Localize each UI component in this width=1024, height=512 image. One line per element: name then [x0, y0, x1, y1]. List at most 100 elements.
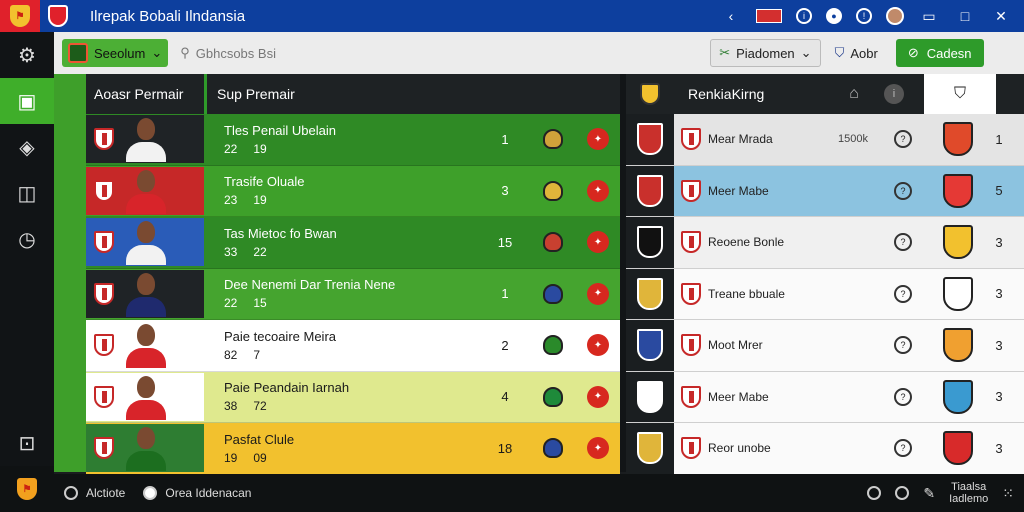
- grid-icon[interactable]: ⁙: [1002, 485, 1014, 502]
- club-shield-icon: [94, 437, 114, 460]
- sidebar-item-club[interactable]: ⚑: [0, 466, 54, 512]
- team-flag-icon: [637, 123, 663, 156]
- info-icon[interactable]: i: [796, 8, 812, 24]
- info-circle-icon[interactable]: ?: [894, 387, 912, 406]
- player-action-icon[interactable]: ✦: [587, 334, 609, 357]
- help-icon[interactable]: !: [856, 8, 872, 24]
- maximize-icon[interactable]: □: [954, 5, 976, 27]
- player-row[interactable]: Paie Peandain Iarnah 38 72 4 ✦: [86, 371, 620, 423]
- player-number: 1: [501, 131, 509, 147]
- player-stat-1: 82: [224, 347, 238, 362]
- player-row[interactable]: Tas Mietoc fo Bwan 33 22 15 ✦: [86, 217, 620, 269]
- chevron-down-icon: ⌄: [151, 45, 163, 60]
- player-stat-1: 22: [224, 141, 238, 156]
- info-circle-icon[interactable]: ?: [894, 181, 912, 200]
- player-action-icon[interactable]: ✦: [587, 128, 609, 151]
- club-shield-icon: [681, 282, 701, 305]
- player-action-icon[interactable]: ✦: [587, 437, 609, 460]
- sidebar-item-stats[interactable]: ⊡: [0, 420, 54, 466]
- club-crest-icon: [943, 122, 973, 157]
- player-row[interactable]: Pasfat Clule 19 09 18 ✦: [86, 423, 620, 475]
- secondary-button[interactable]: ⛉ Aobr: [827, 39, 886, 67]
- ranking-position: 3: [995, 440, 1003, 456]
- club-crest-icon: [943, 276, 973, 311]
- ranking-club-name: Meer Mabe: [708, 389, 769, 404]
- ranking-row[interactable]: Treane bbuale ? 3: [626, 268, 1024, 320]
- team-flag-icon: [637, 174, 663, 207]
- club-crest-icon: ⚑: [17, 478, 37, 500]
- filter-dropdown[interactable]: ✂ Piadomen ⌄: [710, 39, 821, 67]
- player-action-icon[interactable]: ✦: [587, 282, 609, 305]
- info-circle-icon[interactable]: ?: [894, 233, 912, 252]
- player-action-icon[interactable]: ✦: [587, 179, 609, 202]
- player-stat-1: 22: [224, 296, 238, 311]
- club-shield-icon: [94, 334, 114, 357]
- search-box[interactable]: ⚲ Gbhcsobs Bsi: [180, 45, 700, 61]
- flag-icon[interactable]: [756, 9, 782, 23]
- wrench-icon[interactable]: ✎: [923, 485, 935, 502]
- ranking-row[interactable]: Mear Mrada 1500k ? 1: [626, 114, 1024, 166]
- action-button[interactable]: ⊘ Cadesn: [895, 39, 984, 67]
- ranking-row[interactable]: Reor unobe ? 3: [626, 423, 1024, 475]
- ranking-row[interactable]: Meer Mabe ? 5: [626, 165, 1024, 217]
- club-badge-icon: [543, 438, 563, 459]
- sidebar-item-history[interactable]: ◷: [0, 216, 54, 262]
- player-action-icon[interactable]: ✦: [587, 385, 609, 408]
- minimize-icon[interactable]: ▭: [918, 5, 940, 27]
- player-name: Pasfat Clule: [224, 431, 295, 447]
- ranking-club-name: Mear Mrada: [708, 132, 773, 147]
- ranking-club-name: Moot Mrer: [708, 338, 763, 353]
- player-action-icon[interactable]: ✦: [587, 231, 609, 254]
- players-list: Tles Penail Ubelain 22 19 1 ✦ Trasife Ol…: [86, 114, 620, 475]
- player-row[interactable]: Trasife Oluale 23 19 3 ✦: [86, 165, 620, 217]
- timer-icon[interactable]: [895, 486, 910, 500]
- player-name: Tas Mietoc fo Bwan: [224, 225, 337, 241]
- chevron-down-icon: ⌄: [800, 45, 812, 60]
- ranking-position: 5: [995, 183, 1003, 199]
- season-badge-icon: [68, 43, 88, 63]
- player-row[interactable]: Dee Nenemi Dar Trenia Nene 22 15 1 ✦: [86, 268, 620, 320]
- ranking-row[interactable]: Moot Mrer ? 3: [626, 320, 1024, 372]
- club-shield-icon: [681, 231, 701, 254]
- info-circle-icon[interactable]: ?: [894, 336, 912, 355]
- ranking-value: 1500k: [838, 133, 868, 146]
- player-number: 18: [497, 440, 513, 456]
- app-logo: ⚑: [0, 0, 40, 32]
- shield-outline-icon[interactable]: ⛉: [924, 74, 996, 114]
- sidebar-item-board[interactable]: ◫: [0, 170, 54, 216]
- col-header-super[interactable]: Sup Premair: [204, 74, 295, 114]
- close-icon[interactable]: ✕: [990, 5, 1012, 27]
- info-circle-icon[interactable]: ?: [894, 130, 912, 149]
- sidebar-item-tactics[interactable]: ◈: [0, 124, 54, 170]
- avatar[interactable]: [886, 7, 904, 25]
- ranking-position: 1: [995, 131, 1003, 147]
- ranking-club-name: Meer Mabe: [708, 183, 769, 198]
- ball-icon[interactable]: ●: [826, 8, 842, 24]
- ranking-row[interactable]: Reoene Bonle ? 3: [626, 217, 1024, 269]
- info-circle-icon[interactable]: ?: [894, 284, 912, 303]
- online-icon: [143, 486, 158, 500]
- season-dropdown[interactable]: Seeolum ⌄: [62, 39, 169, 67]
- filter-label: Piadomen: [736, 45, 795, 61]
- sidebar-item-team[interactable]: ▣: [0, 78, 54, 124]
- player-row[interactable]: Paie tecoaire Meira 82 7 2 ✦: [86, 320, 620, 372]
- board-icon: ◫: [17, 182, 37, 205]
- clock-icon[interactable]: [867, 486, 882, 500]
- player-number: 4: [501, 389, 509, 405]
- info-circle-icon[interactable]: ?: [894, 439, 912, 458]
- ranking-row[interactable]: Meer Mabe ? 3: [626, 371, 1024, 423]
- player-number: 1: [501, 286, 509, 302]
- back-icon[interactable]: ‹: [720, 5, 742, 27]
- player-avatar: [126, 271, 166, 317]
- lock-icon[interactable]: ⌂: [834, 85, 874, 103]
- player-stat-1: 23: [224, 193, 238, 208]
- player-row[interactable]: Tles Penail Ubelain 22 19 1 ✦: [86, 114, 620, 166]
- player-photo-cell: [86, 372, 204, 421]
- status-text-1: Alctiote: [86, 486, 126, 500]
- col-header-players[interactable]: Aoasr Permair: [86, 86, 204, 102]
- search-input[interactable]: Gbhcsobs Bsi: [196, 46, 276, 61]
- check-icon: ⊘: [907, 45, 919, 60]
- info-icon[interactable]: i: [884, 84, 904, 104]
- club-shield-icon: [681, 179, 701, 202]
- sidebar-item-settings[interactable]: ⚙: [0, 32, 54, 78]
